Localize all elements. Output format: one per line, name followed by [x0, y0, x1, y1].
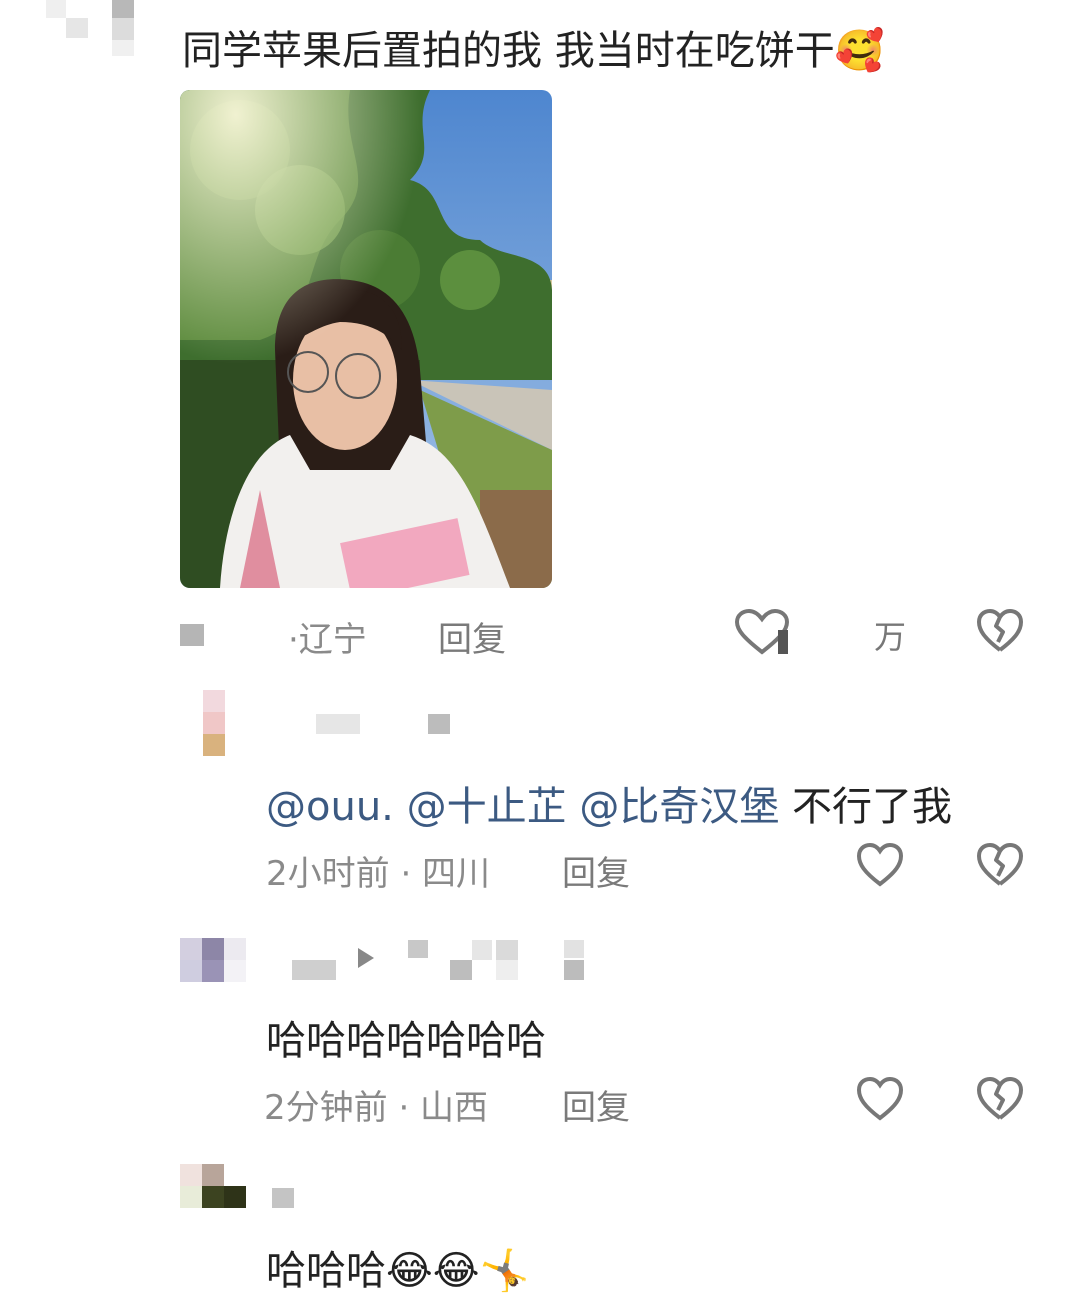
- username-blurred[interactable]: [180, 624, 204, 646]
- reply-button[interactable]: 回复: [562, 846, 630, 895]
- reply-avatar[interactable]: [180, 1164, 246, 1208]
- comment-location: ·辽宁: [288, 620, 367, 660]
- reply-text: 哈哈哈😂😂🤸: [266, 1248, 530, 1294]
- reply-meta: 2小时前 · 四川: [266, 854, 491, 894]
- mention-link[interactable]: @比奇汉堡: [579, 784, 779, 830]
- heart-outline-icon[interactable]: [856, 1076, 904, 1122]
- hugging-emoji: 🥰: [834, 28, 885, 74]
- reply-text: @ouu. @十止芷 @比奇汉堡 不行了我: [266, 784, 953, 830]
- mention-link[interactable]: @ouu.: [266, 784, 394, 830]
- avatar[interactable]: [46, 0, 141, 60]
- reply-meta: 2分钟前 · 山西: [264, 1088, 489, 1128]
- broken-heart-icon[interactable]: [976, 1076, 1024, 1122]
- crying-laughing-emoji: 😂: [432, 1248, 480, 1294]
- broken-heart-icon[interactable]: [976, 842, 1024, 888]
- crying-laughing-emoji: 😂: [386, 1248, 433, 1294]
- rolling-emoji: 🤸: [479, 1248, 530, 1294]
- reply-button[interactable]: 回复: [438, 612, 506, 661]
- reply-avatar[interactable]: [203, 690, 225, 758]
- comment-text: 同学苹果后置拍的我 我当时在吃饼干🥰: [182, 28, 885, 74]
- heart-outline-icon[interactable]: [856, 842, 904, 888]
- play-icon: [358, 948, 374, 968]
- reply-username-blurred[interactable]: [316, 714, 360, 734]
- like-count: 万: [874, 618, 907, 656]
- heart-outline-icon[interactable]: [734, 608, 790, 656]
- reply-button[interactable]: 回复: [562, 1080, 630, 1129]
- reply-username-blurred[interactable]: [272, 1188, 294, 1208]
- reply-username-blurred[interactable]: [292, 960, 336, 980]
- reply-avatar[interactable]: [180, 938, 246, 982]
- broken-heart-icon[interactable]: [976, 608, 1024, 654]
- comment-photo[interactable]: [180, 90, 552, 588]
- reply-text: 哈哈哈哈哈哈哈: [266, 1018, 546, 1064]
- mention-link[interactable]: @十止芷: [407, 784, 567, 830]
